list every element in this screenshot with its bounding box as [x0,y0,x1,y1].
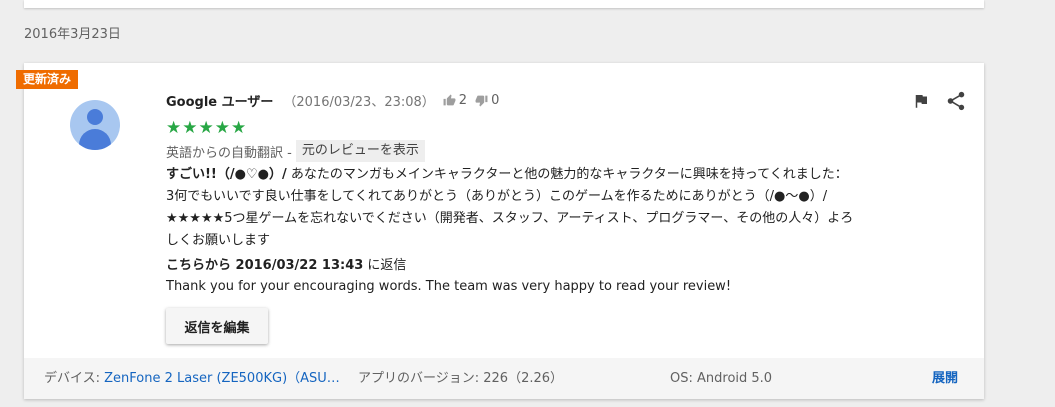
reply-heading: こちらから 2016/03/22 13:43 に返信 [166,257,406,275]
thumbs-up-vote[interactable]: 2 [443,93,467,108]
thumbs-down-icon [475,95,488,106]
thumbs-up-icon [443,94,456,105]
review-timestamp: （2016/03/23、23:08） [283,94,435,110]
device-value[interactable]: ZenFone 2 Laser (ZE500KG)（ASU… [104,371,340,386]
thumbs-up-count: 2 [458,92,468,108]
updated-badge: 更新済み [16,70,79,89]
device-label: デバイス: [44,371,105,386]
author-name: Google ユーザー [166,94,274,110]
date-header: 2016年3月23日 [24,27,121,42]
avatar [70,100,120,150]
avatar-head [87,109,103,125]
reply-author-date: こちらから 2016/03/22 13:43 [166,258,364,273]
avatar-body [79,129,111,150]
show-original-button[interactable]: 元のレビューを表示 [295,140,425,162]
star-rating: ★★★★★ [166,118,248,138]
author-row: Google ユーザー （2016/03/23、23:08） 2 0 [166,91,499,110]
reply-text: Thank you for your encouraging words. Th… [166,279,732,294]
device-info: デバイス: ZenFone 2 Laser (ZE500KG)（ASU… [44,370,340,388]
review-text: すごい!!（/●♡●）/ あなたのマンガもメインキャラクターと他の魅力的なキャラ… [166,164,856,252]
reply-heading-suffix: に返信 [363,258,407,273]
share-icon[interactable] [945,90,967,112]
app-version: アプリのバージョン: 226（2.26） [358,371,564,386]
review-footer: デバイス: ZenFone 2 Laser (ZE500KG)（ASU… アプリ… [24,358,984,399]
translation-row: 英語からの自動翻訳 - 元のレビューを表示 [166,140,425,162]
edit-reply-button[interactable]: 返信を編集 [166,308,268,344]
flag-icon[interactable] [912,92,930,110]
review-card: Google ユーザー （2016/03/23、23:08） 2 0 ★★★★★… [24,63,984,399]
previous-review-card [24,0,984,8]
expand-link[interactable]: 展開 [932,370,958,388]
thumbs-down-count: 0 [491,92,500,108]
review-title: すごい!!（/●♡●）/ [166,167,287,182]
thumbs-down-vote[interactable]: 0 [475,93,499,108]
os-version: OS: Android 5.0 [670,371,773,386]
translation-notice: 英語からの自動翻訳 - [166,145,292,161]
